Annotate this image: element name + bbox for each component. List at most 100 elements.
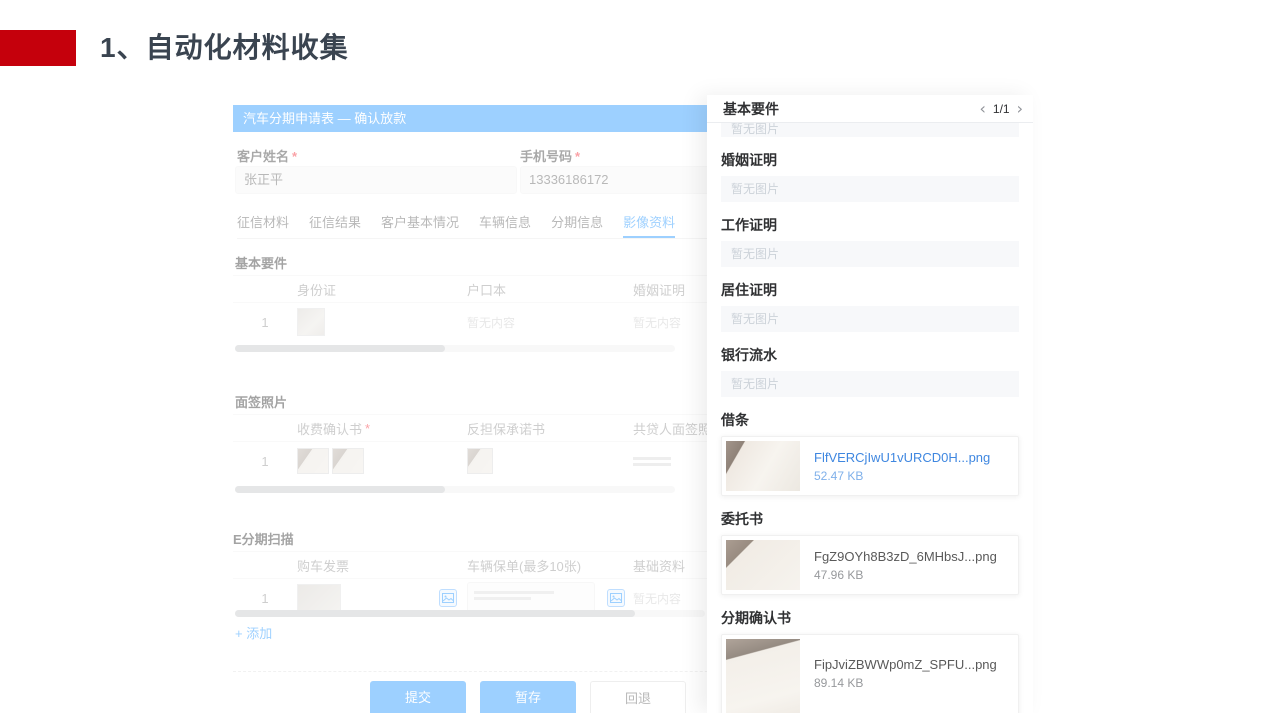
interview-table-header: 收费确认书* 反担保承诺书 共贷人面签照片 [233, 414, 707, 442]
col-basic-material: 基础资料 [633, 556, 707, 575]
image-preview-button[interactable] [607, 589, 625, 607]
counter-guarantee-thumbnail[interactable] [467, 448, 493, 474]
material-label-residence: 居住证明 [721, 280, 1019, 300]
file-size: 47.96 KB [814, 568, 997, 582]
tab-credit-material[interactable]: 征信材料 [237, 209, 289, 238]
page-indicator: 1/1 [993, 102, 1010, 116]
tab-customer-basic[interactable]: 客户基本情况 [381, 209, 459, 238]
material-label-marriage: 婚姻证明 [721, 150, 1019, 170]
phone-label: 手机号码* [520, 146, 580, 165]
empty-cell: 暂无内容 [633, 590, 681, 607]
footer-divider [233, 671, 707, 672]
drawer-content: 暂无图片 婚姻证明 暂无图片 工作证明 暂无图片 居住证明 暂无图片 银行流水 … [707, 123, 1033, 713]
file-size: 52.47 KB [814, 469, 990, 483]
drawer-header: 基本要件 ‹ 1/1 › [707, 95, 1033, 123]
file-size: 89.14 KB [814, 676, 997, 690]
file-info: FlfVERCjIwU1vURCD0H...png 52.47 KB [814, 450, 990, 483]
col-counter-guarantee: 反担保承诺书 [467, 419, 633, 438]
tab-installment-info[interactable]: 分期信息 [551, 209, 603, 238]
file-card[interactable]: FipJviZBWWp0mZ_SPFU...png 89.14 KB [721, 634, 1019, 713]
customer-name-field[interactable]: 张正平 [235, 166, 517, 194]
empty-image-placeholder: 暂无图片 [721, 176, 1019, 202]
drawer-pagination: ‹ 1/1 › [980, 101, 1024, 117]
section-title-basic: 基本要件 [235, 253, 287, 272]
tab-credit-result[interactable]: 征信结果 [309, 209, 361, 238]
scrollbar-thumb[interactable] [235, 486, 445, 493]
col-fee-confirm: 收费确认书* [297, 419, 467, 438]
customer-name-label-text: 客户姓名 [237, 149, 289, 164]
picture-icon [442, 592, 454, 604]
submit-button[interactable]: 提交 [370, 681, 466, 713]
save-draft-button[interactable]: 暂存 [480, 681, 576, 713]
slide: 1、自动化材料收集 汽车分期申请表 — 确认放款 客户姓名* 手机号码* 张正平… [0, 0, 1267, 713]
empty-cell: 暂无内容 [467, 314, 515, 331]
file-info: FgZ9OYh8B3zD_6MHbsJ...png 47.96 KB [814, 549, 997, 582]
interview-table: 收费确认书* 反担保承诺书 共贷人面签照片 1 [233, 414, 707, 480]
empty-image-placeholder-text: 暂无图片 [731, 123, 1019, 137]
material-label-installment-confirm: 分期确认书 [721, 608, 1019, 628]
escan-table: 购车发票 车辆保单(最多10张) 基础资料 1 [233, 551, 707, 617]
drawer-title: 基本要件 [723, 99, 779, 119]
file-thumbnail[interactable] [726, 441, 800, 491]
table-row: 1 [233, 442, 707, 480]
file-name-link[interactable]: FipJviZBWWp0mZ_SPFU...png [814, 657, 997, 672]
file-card[interactable]: FgZ9OYh8B3zD_6MHbsJ...png 47.96 KB [721, 535, 1019, 595]
file-name-link[interactable]: FlfVERCjIwU1vURCD0H...png [814, 450, 990, 465]
title-accent-bar [0, 30, 76, 66]
tab-image-material[interactable]: 影像资料 [623, 209, 675, 238]
material-label-bank-statement: 银行流水 [721, 345, 1019, 365]
image-preview-button[interactable] [439, 589, 457, 607]
file-card[interactable]: FlfVERCjIwU1vURCD0H...png 52.47 KB [721, 436, 1019, 496]
table-row: 1 暂无内容 暂无内容 [233, 303, 707, 341]
required-mark: * [292, 149, 297, 164]
material-label-iou: 借条 [721, 410, 1019, 430]
chevron-left-icon[interactable]: ‹ [980, 101, 986, 117]
scrollbar-thumb[interactable] [235, 345, 445, 352]
empty-image-placeholder: 暂无图片 [721, 306, 1019, 332]
id-card-thumbnail[interactable] [297, 308, 325, 336]
loan-form: 汽车分期申请表 — 确认放款 客户姓名* 手机号码* 张正平 133361861… [233, 105, 707, 713]
phone-label-text: 手机号码 [520, 149, 572, 164]
required-mark: * [365, 421, 370, 436]
escan-table-header: 购车发票 车辆保单(最多10张) 基础资料 [233, 551, 707, 579]
tab-vehicle-info[interactable]: 车辆信息 [479, 209, 531, 238]
basic-table: 身份证 户口本 婚姻证明 1 暂无内容 暂无内容 [233, 275, 707, 341]
customer-name-label: 客户姓名* [237, 146, 297, 165]
empty-cell: 暂无内容 [633, 314, 681, 331]
file-thumbnail[interactable] [726, 639, 800, 713]
picture-icon [610, 592, 622, 604]
section-title-escan: E分期扫描 [233, 529, 294, 548]
form-tab-bar: 征信材料 征信结果 客户基本情况 车辆信息 分期信息 影像资料 [237, 209, 707, 239]
required-mark: * [575, 149, 580, 164]
app-screenshot: 汽车分期申请表 — 确认放款 客户姓名* 手机号码* 张正平 133361861… [233, 95, 1033, 713]
add-row-button[interactable]: + 添加 [235, 623, 272, 642]
empty-image-placeholder: 暂无图片 [721, 123, 1019, 137]
row-index: 1 [233, 591, 297, 606]
col-household: 户口本 [467, 280, 633, 299]
file-name-link[interactable]: FgZ9OYh8B3zD_6MHbsJ...png [814, 549, 997, 564]
col-vehicle-policy: 车辆保单(最多10张) [467, 556, 633, 575]
fee-confirm-thumbnail[interactable] [297, 448, 329, 474]
col-fee-confirm-text: 收费确认书 [297, 419, 362, 438]
section-title-interview: 面签照片 [235, 392, 287, 411]
rollback-button[interactable]: 回退 [590, 681, 686, 713]
row-index: 1 [233, 315, 297, 330]
image-material-drawer: 基本要件 ‹ 1/1 › 暂无图片 婚姻证明 暂无图片 工作证明 暂无图片 居住… [707, 95, 1033, 713]
material-label-work: 工作证明 [721, 215, 1019, 235]
material-label-power-of-attorney: 委托书 [721, 509, 1019, 529]
col-coborrower-photo: 共贷人面签照片 [633, 419, 707, 438]
invoice-thumbnail[interactable] [297, 584, 341, 612]
row-index: 1 [233, 454, 297, 469]
col-purchase-invoice: 购车发票 [297, 556, 467, 575]
loan-form-panel: 汽车分期申请表 — 确认放款 客户姓名* 手机号码* 张正平 133361861… [233, 105, 707, 713]
phone-field[interactable]: 13336186172 [520, 166, 707, 194]
chevron-right-icon[interactable]: › [1017, 101, 1023, 117]
empty-image-placeholder: 暂无图片 [721, 371, 1019, 397]
page-title: 1、自动化材料收集 [100, 26, 349, 66]
scrollbar-thumb[interactable] [235, 610, 635, 617]
form-window-title: 汽车分期申请表 — 确认放款 [233, 105, 707, 132]
fee-confirm-thumbnail[interactable] [332, 448, 364, 474]
file-thumbnail[interactable] [726, 540, 800, 590]
basic-table-header: 身份证 户口本 婚姻证明 [233, 275, 707, 303]
coborrower-placeholder [633, 454, 671, 469]
